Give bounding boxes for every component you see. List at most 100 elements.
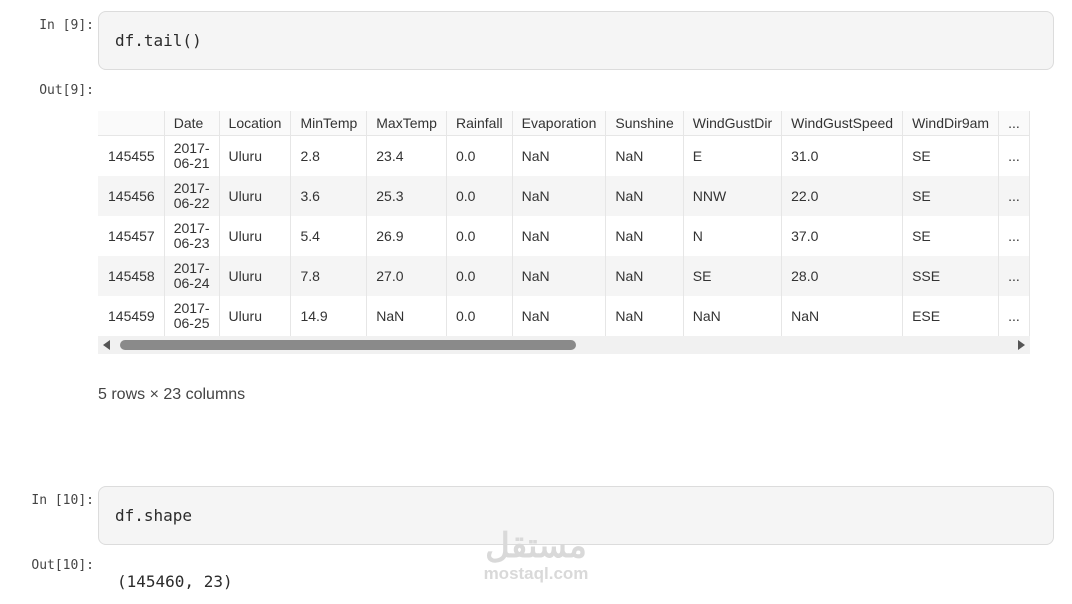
table-cell: 51 <box>1029 256 1030 296</box>
table-cell: NNW <box>683 176 783 216</box>
table-cell: NaN <box>605 176 684 216</box>
table-cell: NaN <box>512 216 607 256</box>
output-prompt-10: Out[10]: <box>31 558 94 573</box>
watermark-arabic-text: مستقل <box>485 527 587 565</box>
index-header-cell <box>98 111 165 136</box>
table-cell: 56 <box>1029 176 1030 216</box>
table-cell: NaN <box>683 296 783 336</box>
row-index-cell: 145456 <box>98 176 165 216</box>
table-cell: ESE <box>902 296 1000 336</box>
table-cell: 26.9 <box>366 216 447 256</box>
table-cell: 23.4 <box>366 135 447 176</box>
table-cell: SE <box>683 256 783 296</box>
table-row: 145459 2017-06-25 Uluru 14.9 NaN 0.0 NaN NaN NaN… <box>98 296 1030 336</box>
table-cell: 37.0 <box>781 216 904 256</box>
table-cell: NaN <box>605 135 684 176</box>
column-header: ... <box>998 111 1030 136</box>
table-cell: ... <box>998 135 1030 176</box>
table-cell: 2.8 <box>290 135 368 176</box>
table-cell: Uluru <box>219 296 292 336</box>
table-cell: NaN <box>366 296 447 336</box>
table-row: 145456 2017-06-22 Uluru 3.6 25.3 0.0 NaN NaN NNW… <box>98 176 1030 216</box>
column-header: Evaporation <box>512 111 607 136</box>
table-cell: 27.0 <box>366 256 447 296</box>
dataframe-summary: 5 rows × 23 columns <box>98 386 246 403</box>
table-cell: 2017-06-22 <box>164 176 220 216</box>
table-cell: ... <box>998 296 1030 336</box>
table-cell: 0.0 <box>446 176 513 216</box>
table-cell: 0.0 <box>446 135 513 176</box>
table-cell: 5.4 <box>290 216 368 256</box>
table-cell: Uluru <box>219 135 292 176</box>
column-header: Sunshine <box>605 111 684 136</box>
table-cell: Uluru <box>219 216 292 256</box>
table-cell: SE <box>902 216 1000 256</box>
horizontal-scrollbar[interactable] <box>98 336 1030 354</box>
table-cell: ... <box>998 256 1030 296</box>
code-text: df.tail() <box>115 31 202 50</box>
table-cell: 51 <box>1029 135 1030 176</box>
column-header: WindGustDir <box>683 111 783 136</box>
table-cell: 14.9 <box>290 296 368 336</box>
scroll-right-arrow-icon[interactable] <box>1018 340 1025 350</box>
table-cell: SE <box>902 135 1000 176</box>
table-row: 145458 2017-06-24 Uluru 7.8 27.0 0.0 NaN NaN SE 2… <box>98 256 1030 296</box>
column-header: Location <box>219 111 292 136</box>
code-cell-9[interactable]: df.tail() <box>98 11 1054 70</box>
table-cell: NaN <box>512 296 607 336</box>
table-cell: NaN <box>605 296 684 336</box>
column-header: MinTemp <box>290 111 368 136</box>
column-header: WindDir9am <box>902 111 1000 136</box>
table-cell: 31.0 <box>781 135 904 176</box>
table-cell: ... <box>998 216 1030 256</box>
table-row: 145455 2017-06-21 Uluru 2.8 23.4 0.0 NaN NaN E 31… <box>98 135 1030 176</box>
table-row: 145457 2017-06-23 Uluru 5.4 26.9 0.0 NaN NaN N 37… <box>98 216 1030 256</box>
table-cell: Uluru <box>219 256 292 296</box>
column-header: WindGustSpeed <box>781 111 904 136</box>
table-cell: NaN <box>781 296 904 336</box>
scroll-left-arrow-icon[interactable] <box>103 340 110 350</box>
table-cell: NaN <box>605 216 684 256</box>
table-cell: ... <box>998 176 1030 216</box>
output-prompt-9: Out[9]: <box>39 83 94 98</box>
shape-output: (145460, 23) <box>117 572 233 591</box>
table-cell: 3.6 <box>290 176 368 216</box>
watermark-latin-text: mostaql.com <box>483 564 589 583</box>
table-header-row: Date Location MinTemp MaxTemp Rainfall Evapor… <box>98 111 1030 136</box>
row-index-cell: 145455 <box>98 135 165 176</box>
input-prompt-9: In [9]: <box>39 18 94 33</box>
table-cell: NaN <box>512 135 607 176</box>
table-cell: 28.0 <box>781 256 904 296</box>
input-prompt-10: In [10]: <box>31 493 94 508</box>
scrollbar-thumb[interactable] <box>120 340 576 350</box>
table-cell: 0.0 <box>446 216 513 256</box>
table-cell: SE <box>902 176 1000 216</box>
table-cell: NaN <box>605 256 684 296</box>
table-cell: 2017-06-24 <box>164 256 220 296</box>
table-cell: Uluru <box>219 176 292 216</box>
table-cell: NaN <box>512 176 607 216</box>
column-header: MaxTemp <box>366 111 447 136</box>
table-cell: 22.0 <box>781 176 904 216</box>
table-cell: 2017-06-23 <box>164 216 220 256</box>
column-header: Hu <box>1029 111 1030 136</box>
table-cell: 2017-06-21 <box>164 135 220 176</box>
table-cell: SSE <box>902 256 1000 296</box>
table-cell: 2017-06-25 <box>164 296 220 336</box>
table-cell: 53 <box>1029 216 1030 256</box>
watermark-logo: مستقل mostaql.com <box>470 528 602 590</box>
column-header: Rainfall <box>446 111 513 136</box>
table-cell: NaN <box>512 256 607 296</box>
code-text: df.shape <box>115 506 193 525</box>
table-cell: 62 <box>1029 296 1030 336</box>
table-cell: E <box>683 135 783 176</box>
table-cell: 25.3 <box>366 176 447 216</box>
row-index-cell: 145459 <box>98 296 165 336</box>
table-cell: 0.0 <box>446 296 513 336</box>
dataframe-table-container: Date Location MinTemp MaxTemp Rainfall Evapor… <box>98 111 1030 336</box>
table-cell: N <box>683 216 783 256</box>
table-cell: 0.0 <box>446 256 513 296</box>
dataframe-table: Date Location MinTemp MaxTemp Rainfall Evapor… <box>98 111 1030 336</box>
column-header: Date <box>164 111 220 136</box>
table-cell: 7.8 <box>290 256 368 296</box>
